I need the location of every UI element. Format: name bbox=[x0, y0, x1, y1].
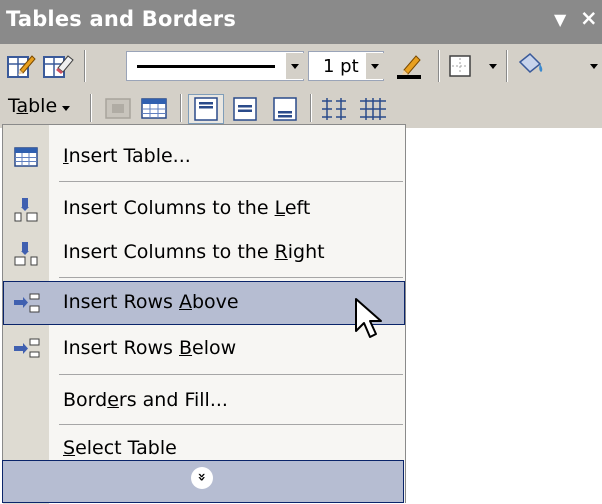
label-pre: Insert Columns to the bbox=[63, 241, 275, 263]
line-weight-value: 1 pt bbox=[323, 56, 359, 77]
border-color-icon[interactable] bbox=[394, 52, 426, 80]
toolbar-options-arrow[interactable]: ▼ bbox=[554, 10, 566, 29]
line-style-preview bbox=[137, 65, 275, 68]
split-cells-icon[interactable] bbox=[140, 96, 170, 122]
menu-item-borders-and-fill[interactable]: Borders and Fill... bbox=[3, 379, 405, 423]
label-post: bove bbox=[192, 291, 239, 313]
menu-item-label: Insert Table... bbox=[63, 145, 191, 167]
align-center-icon[interactable] bbox=[228, 95, 262, 123]
eraser-icon[interactable] bbox=[42, 52, 74, 80]
line-weight-dropdown-button[interactable] bbox=[365, 53, 384, 79]
table-menu-label-suffix: ble bbox=[28, 95, 58, 117]
distribute-rows-icon[interactable] bbox=[318, 95, 352, 123]
menu-separator bbox=[59, 424, 403, 425]
label-post: rs and Fill... bbox=[118, 389, 228, 411]
menu-item-insert-columns-right[interactable]: Insert Columns to the Right bbox=[3, 231, 405, 275]
insert-rows-below-icon bbox=[13, 337, 40, 361]
menu-item-label: Insert Rows Above bbox=[63, 291, 239, 313]
menu-item-label: Select Table bbox=[63, 437, 177, 459]
align-bottom-icon[interactable] bbox=[268, 95, 302, 123]
close-icon[interactable]: × bbox=[580, 6, 598, 30]
label-pre: Bord bbox=[63, 389, 108, 411]
label-accel: L bbox=[274, 197, 285, 219]
label-pre: Insert Rows bbox=[63, 337, 179, 359]
table-menu-label: Table bbox=[8, 95, 57, 117]
toolbar-title-bar[interactable]: Tables and Borders ▼ × bbox=[0, 0, 602, 44]
merge-cells-icon[interactable] bbox=[104, 96, 134, 122]
toolbar-separator bbox=[84, 50, 86, 82]
shading-color-dropdown[interactable] bbox=[590, 64, 598, 69]
insert-columns-left-icon bbox=[13, 197, 39, 222]
label-post: eft bbox=[284, 197, 311, 219]
label-post: nsert Table... bbox=[68, 145, 191, 167]
toolbar-separator bbox=[310, 94, 312, 122]
chevron-double-down-icon: » bbox=[191, 467, 213, 489]
toolbar-title: Tables and Borders bbox=[6, 7, 237, 31]
label-post: elect Table bbox=[75, 437, 177, 459]
toolbar-separator bbox=[180, 94, 182, 122]
insert-table-icon bbox=[13, 145, 39, 169]
table-dropdown-menu: Insert Table... Insert Columns to the Le… bbox=[2, 124, 406, 504]
label-pre: Insert Columns to the bbox=[63, 197, 275, 219]
draw-table-icon[interactable] bbox=[6, 52, 36, 80]
expand-glyph: » bbox=[193, 472, 210, 482]
menu-separator bbox=[59, 277, 403, 278]
insert-columns-right-icon bbox=[13, 241, 39, 266]
distribute-columns-icon[interactable] bbox=[356, 95, 390, 123]
menu-item-insert-rows-below[interactable]: Insert Rows Below bbox=[3, 327, 405, 371]
label-accel: e bbox=[107, 389, 119, 411]
shading-color-icon[interactable] bbox=[514, 50, 548, 82]
line-style-dropdown-button[interactable] bbox=[285, 53, 304, 79]
outside-border-dropdown[interactable] bbox=[489, 64, 497, 69]
label-accel: R bbox=[274, 241, 288, 263]
menu-item-label: Insert Rows Below bbox=[63, 337, 236, 359]
menu-item-label: Insert Columns to the Right bbox=[63, 241, 325, 263]
menu-item-label: Insert Columns to the Left bbox=[63, 197, 310, 219]
menu-item-insert-table[interactable]: Insert Table... bbox=[3, 135, 405, 179]
menu-item-insert-rows-above[interactable]: Insert Rows Above bbox=[3, 281, 405, 325]
menu-expand-button[interactable]: » bbox=[2, 460, 404, 503]
toolbar-separator bbox=[438, 50, 440, 82]
outside-border-icon[interactable] bbox=[448, 54, 474, 80]
toolbar-separator bbox=[90, 94, 92, 122]
label-pre: Insert Rows bbox=[63, 291, 179, 313]
insert-rows-above-icon bbox=[13, 291, 40, 315]
chevron-down-icon bbox=[62, 106, 70, 111]
table-menu-label-accel: a bbox=[16, 95, 29, 117]
menu-item-insert-columns-left[interactable]: Insert Columns to the Left bbox=[3, 187, 405, 231]
label-accel: A bbox=[179, 291, 192, 313]
menu-separator bbox=[59, 181, 403, 182]
toolbar-separator bbox=[506, 50, 508, 82]
mouse-cursor-icon bbox=[354, 297, 384, 345]
line-style-combo[interactable] bbox=[126, 51, 304, 81]
label-accel: B bbox=[179, 337, 193, 359]
align-top-icon[interactable] bbox=[188, 94, 224, 124]
table-menu-button[interactable]: Table bbox=[2, 92, 88, 124]
label-accel: S bbox=[63, 437, 76, 459]
menu-separator bbox=[59, 374, 403, 375]
label-post: ight bbox=[287, 241, 325, 263]
label-post: elow bbox=[192, 337, 237, 359]
menu-item-label: Borders and Fill... bbox=[63, 389, 228, 411]
